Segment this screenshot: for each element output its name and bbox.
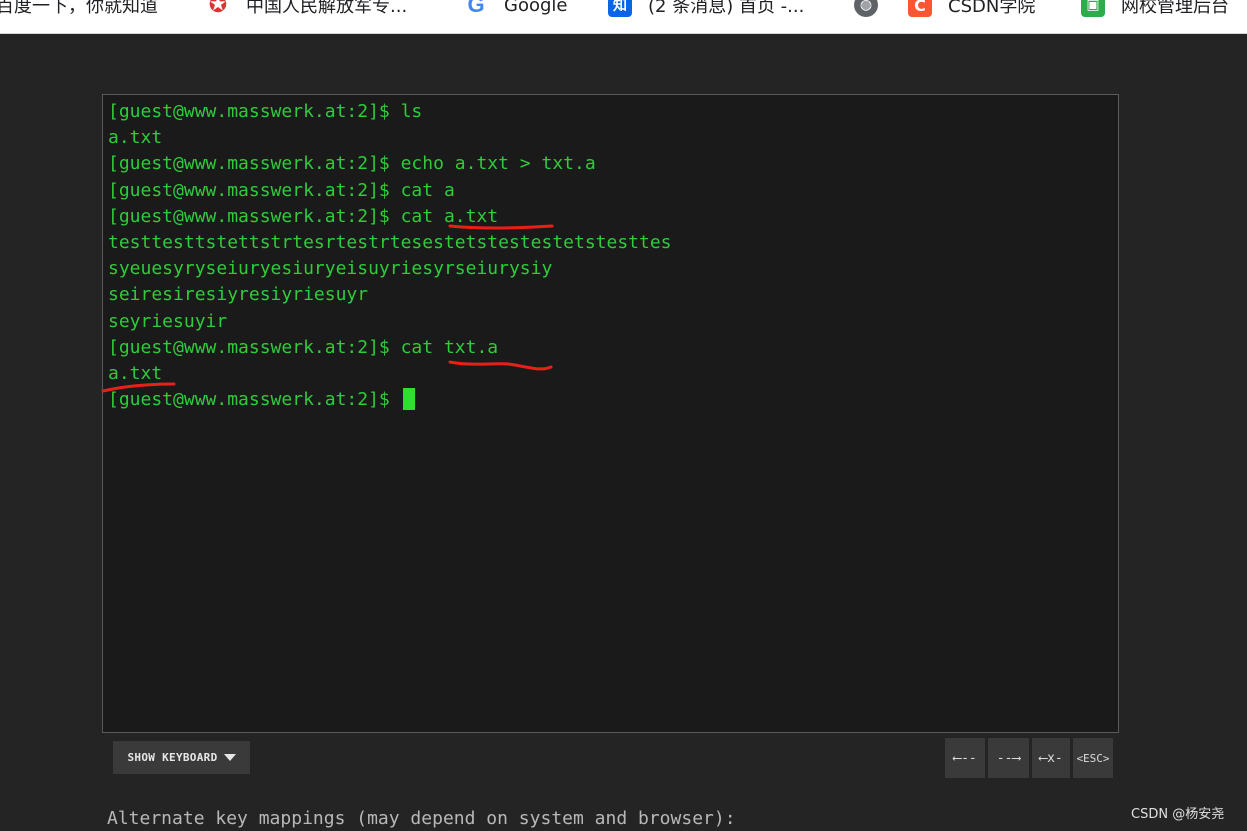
show-keyboard-button[interactable]: SHOW KEYBOARD xyxy=(113,741,250,774)
terminal-line: seiresiresiyresiyriesuyr xyxy=(108,284,369,306)
zhihu-icon: 知 xyxy=(608,0,632,17)
right-arrow-key[interactable]: --⟶ xyxy=(988,738,1029,778)
csdn-watermark: CSDN @杨安尧 xyxy=(1131,807,1225,822)
bookmark-label: CSDN学院 xyxy=(948,0,1036,17)
terminal-line: [guest@www.masswerk.at:2]$ echo a.txt > … xyxy=(108,153,596,175)
bookmark-csdn[interactable]: C CSDN学院 xyxy=(908,0,1035,22)
bookmark-globe[interactable]: ◍ xyxy=(854,0,894,22)
left-arrow-key[interactable]: ⟵-- xyxy=(945,738,985,778)
school-icon: ▣ xyxy=(1081,0,1105,17)
bookmark-pla[interactable]: ✪ 中国人民解放军专... xyxy=(206,0,407,22)
bookmark-label: 百度一下，你就知道 xyxy=(0,0,158,17)
army-star-icon: ✪ xyxy=(208,0,228,18)
bookmark-label: Google xyxy=(504,0,568,16)
bookmark-label: (2 条消息) 首页 -... xyxy=(648,0,805,17)
escape-key[interactable]: <ESC> xyxy=(1073,738,1113,778)
alternate-key-mappings-text: Alternate key mappings (may depend on sy… xyxy=(107,808,736,829)
show-keyboard-label: SHOW KEYBOARD xyxy=(127,751,218,764)
bookmark-zhihu[interactable]: 知 (2 条消息) 首页 -... xyxy=(608,0,804,22)
globe-icon: ◍ xyxy=(854,0,878,17)
bookmark-google[interactable]: G Google xyxy=(464,0,567,22)
bookmark-baidu[interactable]: 百度一下，你就知道 xyxy=(0,0,158,22)
bookmark-label: 网校管理后台 xyxy=(1121,0,1229,17)
chevron-down-icon xyxy=(223,754,236,761)
google-icon: G xyxy=(467,0,485,17)
terminal-line: [guest@www.masswerk.at:2]$ cat a xyxy=(108,179,455,201)
bookmark-school[interactable]: ▣ 网校管理后台 xyxy=(1081,0,1229,22)
terminal-line: a.txt xyxy=(108,127,163,149)
terminal-window[interactable]: [guest@www.masswerk.at:2]$ ls a.txt [gue… xyxy=(102,94,1119,733)
terminal-prompt: [guest@www.masswerk.at:2]$ xyxy=(108,389,401,411)
terminal-line: [guest@www.masswerk.at:2]$ cat a.txt xyxy=(108,205,499,227)
bookmarks-bar: 百度一下，你就知道 ✪ 中国人民解放军专... G Google 知 (2 条消… xyxy=(0,0,1247,34)
terminal-line: [guest@www.masswerk.at:2]$ ls xyxy=(108,101,423,122)
terminal-line: [guest@www.masswerk.at:2]$ cat txt.a xyxy=(108,336,499,358)
csdn-icon: C xyxy=(908,0,932,17)
key-buttons: ⟵-- --⟶ ⟵x- <ESC> xyxy=(945,738,1116,778)
terminal-line: syeuesyryseiuryesiuryeisuyriesyrseiurysi… xyxy=(108,258,553,280)
terminal-line: seyriesuyir xyxy=(108,310,228,332)
bookmark-label: 中国人民解放军专... xyxy=(246,0,408,17)
terminal-line: testtesttstettstrtesrtestrtesestetsteste… xyxy=(108,231,672,253)
terminal-prompt-line[interactable]: [guest@www.masswerk.at:2]$ xyxy=(108,387,1118,413)
terminal-cursor xyxy=(402,388,415,411)
backspace-key[interactable]: ⟵x- xyxy=(1032,738,1070,778)
terminal-line: a.txt xyxy=(108,362,163,384)
